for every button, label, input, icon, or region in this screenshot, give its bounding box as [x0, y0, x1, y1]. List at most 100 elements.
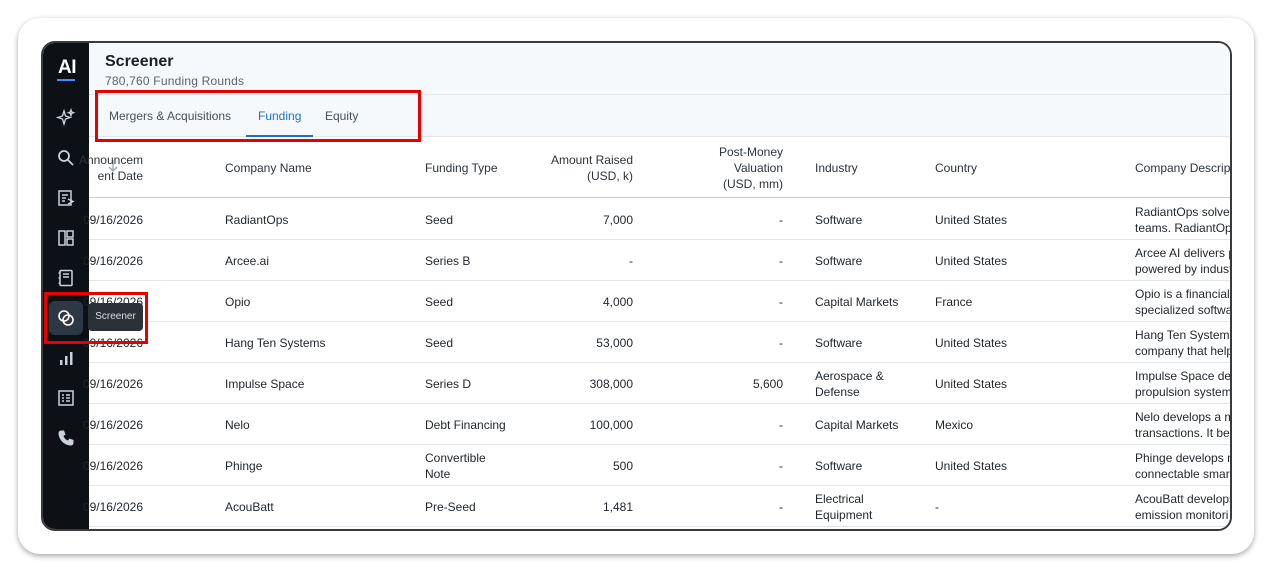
table-row[interactable]: 09/16/2026 Impulse Space Series D 308,000 5,…	[83, 363, 1232, 404]
cell-company-name[interactable]: Opio	[225, 294, 250, 310]
cell-funding-type: Seed	[425, 212, 453, 228]
cell-description: Nelo develops a m transactions. It be	[1135, 409, 1232, 441]
cell-company-name[interactable]: Phinge	[225, 458, 262, 474]
cell-amount-raised: 308,000	[589, 377, 633, 391]
cell-funding-type-line: Series B	[425, 254, 471, 268]
cell-industry-line: Equipment	[815, 508, 873, 522]
col-post-money-line-2: Valuation	[733, 161, 783, 175]
cell-post-money: -	[779, 459, 783, 473]
cell-funding-type: Series B	[425, 253, 470, 269]
cell-funding-type: Convertible Note	[425, 450, 486, 482]
cell-date: 09/16/2026	[82, 459, 143, 473]
cell-description: Arcee AI delivers p powered by indust	[1135, 245, 1232, 277]
cell-country: United States	[935, 377, 1008, 391]
col-funding-type[interactable]: Funding Type	[425, 160, 498, 176]
cell-funding-type-line: Series D	[425, 377, 472, 391]
cell-industry-line: Capital Markets	[815, 295, 899, 309]
cell-post-money: -	[779, 295, 783, 309]
col-country[interactable]: Country	[935, 160, 977, 176]
highlight-box-screener	[44, 292, 148, 344]
cell-country: Mexico	[935, 418, 974, 432]
cell-company-name[interactable]: Impulse Space	[225, 376, 304, 392]
table-row[interactable]: 09/16/2026 Arcee.ai Series B - - Software Unit…	[83, 240, 1232, 281]
cell-company-name[interactable]: Hang Ten Systems	[225, 335, 326, 351]
cell-post-money: 5,600	[752, 377, 783, 391]
notebook-icon[interactable]	[49, 261, 83, 295]
report-icon[interactable]	[49, 181, 83, 215]
cell-description: Opio is a financial specialized softwa	[1135, 286, 1232, 318]
cell-company-name[interactable]: Arcee.ai	[225, 253, 269, 269]
cell-description-line: emission monitori	[1135, 508, 1229, 522]
cell-date: 09/16/2026	[82, 377, 143, 391]
page-title: Screener	[105, 53, 174, 70]
cell-description-line: connectable smar	[1135, 467, 1230, 481]
cell-description: Phinge develops n connectable smar	[1135, 450, 1230, 482]
phone-icon[interactable]	[49, 421, 83, 455]
cell-industry-line: Software	[815, 459, 863, 473]
cell-description-line: RadiantOps solves	[1135, 205, 1232, 219]
cell-industry: Electrical Equipment	[815, 491, 872, 523]
cell-funding-type-line: Seed	[425, 213, 454, 227]
cell-company-name[interactable]: AcouBatt	[225, 499, 274, 515]
col-company-name[interactable]: Company Name	[225, 160, 312, 176]
col-announcement-date-line-1: Announcem	[78, 153, 143, 167]
col-post-money-line-1: Post-Money	[718, 145, 783, 159]
cell-funding-type-line: Debt Financing	[425, 418, 506, 432]
cell-industry-line: Electrical	[815, 492, 864, 506]
cell-description-line: propulsion system	[1135, 385, 1232, 399]
col-announcement-date[interactable]: Announcem ent Date	[79, 152, 143, 184]
cell-description-line: specialized softwa	[1135, 303, 1232, 317]
cell-description-line: Arcee AI delivers p	[1135, 246, 1232, 260]
cell-country: United States	[935, 459, 1008, 473]
logo-underline	[57, 79, 75, 81]
cell-description-line: Hang Ten Systems	[1135, 328, 1232, 342]
list-icon[interactable]	[49, 381, 83, 415]
table-row[interactable]: 09/16/2026 Phinge Convertible Note 500 - Softw…	[83, 445, 1230, 486]
col-amount-raised[interactable]: Amount Raised (USD, k)	[551, 152, 633, 184]
col-post-money-valuation[interactable]: Post-Money Valuation (USD, mm)	[719, 144, 783, 192]
sparkle-icon[interactable]	[49, 101, 83, 135]
cell-post-money: -	[779, 500, 783, 514]
cell-company-name[interactable]: Nelo	[225, 417, 250, 433]
cell-industry-line: Defense	[815, 385, 860, 399]
table-row[interactable]: 09/16/2026 RadiantOps Seed 7,000 - Software Un…	[83, 199, 1232, 240]
cell-amount-raised: 1,481	[602, 500, 633, 514]
cell-country: United States	[935, 336, 1008, 350]
table-row[interactable]: 09/16/2026 Nelo Debt Financing 100,000 - Capi…	[83, 404, 1232, 445]
cell-date: 09/16/2026	[82, 500, 143, 514]
cell-description-line: powered by indust	[1135, 262, 1232, 276]
app-logo[interactable]: AI	[55, 57, 79, 79]
col-company-description[interactable]: Company Descript	[1135, 160, 1230, 176]
cell-industry: Capital Markets	[815, 417, 898, 433]
cell-country: France	[935, 295, 973, 309]
table-row[interactable]: 09/16/2026 AcouBatt Pre-Seed 1,481 - Electric…	[83, 486, 1230, 527]
cell-date: 09/16/2026	[82, 254, 143, 268]
cell-description: Impulse Space dev propulsion system	[1135, 368, 1232, 400]
cell-description-line: Nelo develops a m	[1135, 410, 1232, 424]
cell-industry: Software	[815, 458, 862, 474]
cell-country: -	[935, 500, 939, 514]
cell-industry: Software	[815, 212, 862, 228]
cell-industry-line: Software	[815, 213, 863, 227]
highlight-box-tabs	[95, 90, 421, 142]
funding-table: Announcem ent Date Company Name Funding …	[79, 138, 1232, 529]
cell-industry: Software	[815, 253, 862, 269]
table-row[interactable]: 09/16/2026 Hang Ten Systems Seed 53,000- Sof…	[83, 322, 1232, 363]
cell-funding-type: Series D	[425, 376, 471, 392]
cell-country: United States	[935, 254, 1008, 268]
cell-description-line: transactions. It be	[1135, 426, 1230, 440]
col-industry[interactable]: Industry	[815, 160, 858, 176]
cell-description-line: Impulse Space dev	[1135, 369, 1232, 383]
cell-description-line: company that help	[1135, 344, 1232, 358]
col-post-money-line-3: (USD, mm)	[723, 177, 783, 191]
table-row[interactable]: 09/16/2026 Opio Seed 4,000- Capital Markets F…	[83, 281, 1232, 322]
cell-date: 09/16/2026	[82, 213, 143, 227]
dashboard-icon[interactable]	[49, 221, 83, 255]
bar-chart-icon[interactable]	[49, 341, 83, 375]
cell-funding-type-line: Pre-Seed	[425, 500, 476, 514]
search-icon[interactable]	[49, 141, 83, 175]
cell-country: United States	[935, 213, 1008, 227]
cell-industry-line: Software	[815, 254, 863, 268]
cell-date: 09/16/2026	[82, 418, 143, 432]
cell-company-name[interactable]: RadiantOps	[225, 212, 288, 228]
